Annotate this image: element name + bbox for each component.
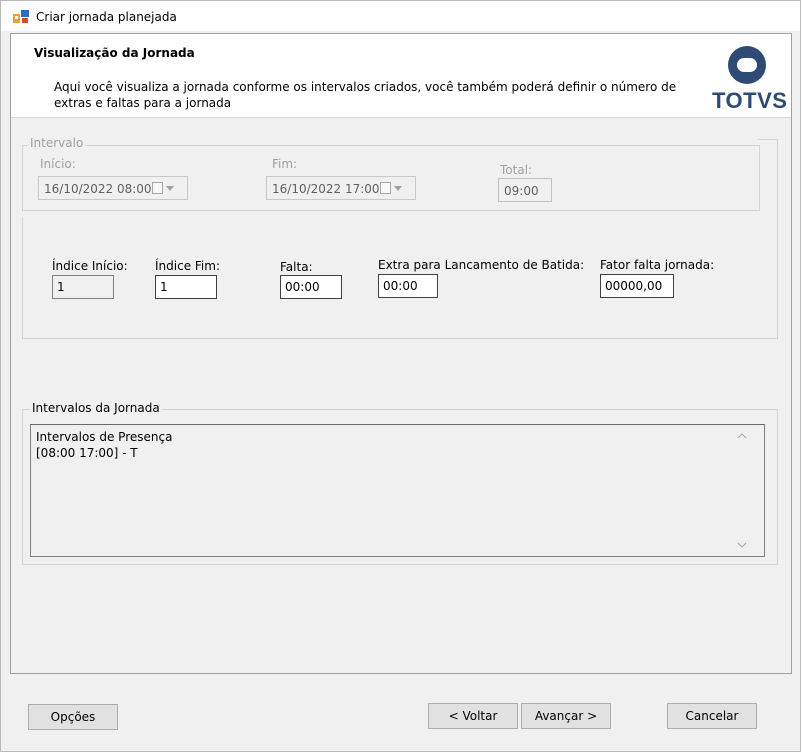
totvs-logo-icon	[728, 46, 766, 84]
index-start-label: Índice Início:	[52, 259, 128, 273]
extra-label: Extra para Lancamento de Batida:	[378, 258, 585, 272]
extra-field[interactable]: 00:00	[378, 274, 438, 298]
page-description: Aqui você visualiza a jornada conforme o…	[54, 80, 677, 110]
list-item: Intervalos de Presença	[36, 430, 173, 444]
start-label: Início:	[40, 157, 76, 171]
end-date-picker[interactable]: 16/10/2022 17:00	[266, 176, 416, 200]
index-end-label: Índice Fim:	[155, 259, 220, 273]
totvs-logo: TOTVS	[712, 88, 788, 113]
index-start-field: 1	[52, 275, 114, 299]
list-item: [08:00 17:00] - T	[36, 446, 138, 460]
start-date-value: 16/10/2022 08:00	[44, 182, 152, 196]
interval-legend: Intervalo	[28, 136, 86, 150]
absence-label: Falta:	[280, 260, 313, 274]
options-button[interactable]: Opções	[28, 704, 118, 730]
start-date-picker[interactable]: 16/10/2022 08:00	[38, 176, 188, 200]
total-field: 09:00	[498, 178, 552, 202]
intervals-legend: Intervalos da Jornada	[30, 401, 162, 415]
total-label: Total:	[500, 163, 533, 177]
next-button[interactable]: Avançar >	[521, 703, 611, 729]
end-date-value: 16/10/2022 17:00	[272, 182, 380, 196]
chevron-down-icon[interactable]	[394, 186, 402, 191]
index-end-field[interactable]: 1	[155, 275, 217, 299]
scroll-down-icon[interactable]	[737, 541, 747, 549]
back-button[interactable]: < Voltar	[428, 703, 518, 729]
calendar-icon[interactable]	[152, 182, 163, 194]
calendar-icon[interactable]	[380, 182, 391, 194]
wizard-page	[10, 33, 792, 674]
app-icon	[13, 10, 29, 23]
factor-field[interactable]: 00000,00	[600, 274, 674, 298]
chevron-down-icon[interactable]	[166, 186, 174, 191]
page-title: Visualização da Jornada	[34, 46, 195, 60]
factor-label: Fator falta jornada:	[600, 258, 715, 272]
total-value: 09:00	[504, 184, 539, 198]
scroll-up-icon[interactable]	[737, 432, 747, 440]
end-label: Fim:	[272, 157, 298, 171]
window-title: Criar jornada planejada	[36, 10, 177, 24]
cancel-button[interactable]: Cancelar	[667, 703, 757, 729]
absence-field[interactable]: 00:00	[280, 275, 342, 299]
